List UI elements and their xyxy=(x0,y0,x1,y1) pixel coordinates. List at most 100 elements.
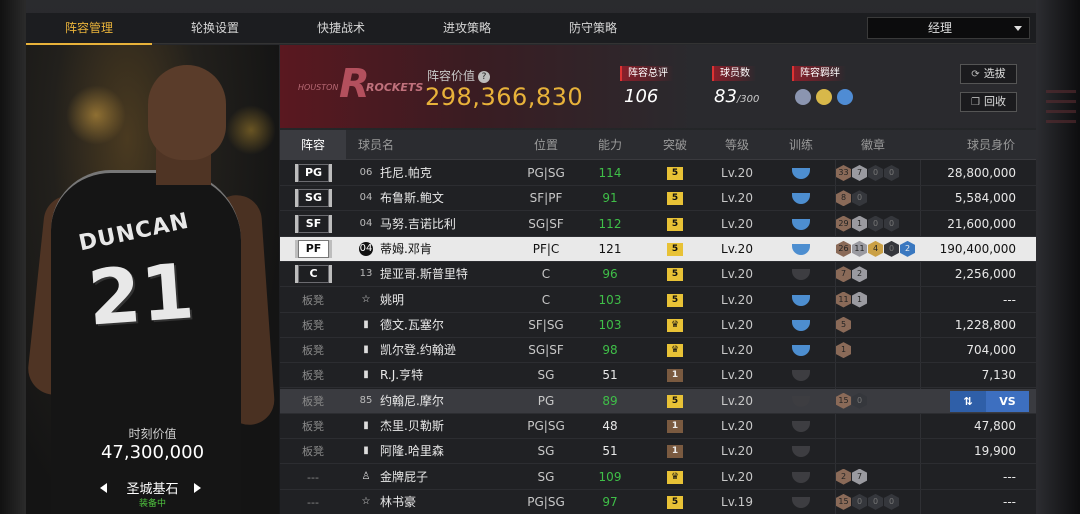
table-row[interactable]: 板凳 ▮ 德文.瓦塞尔 SF|SG 103 ♛ Lv.20 5 1,228,800 xyxy=(280,313,1036,338)
player-position: C xyxy=(541,292,551,307)
tab-offense-strategy[interactable]: 进攻策略 xyxy=(404,13,530,44)
training-icon[interactable] xyxy=(792,218,810,230)
training-icon[interactable] xyxy=(792,496,810,508)
col-header-lineup[interactable]: 阵容 xyxy=(280,130,346,160)
col-header-training[interactable]: 训练 xyxy=(771,130,831,160)
training-icon[interactable] xyxy=(792,421,810,432)
training-icon[interactable] xyxy=(792,345,810,357)
badge-group[interactable]: 27 xyxy=(836,468,867,486)
col-header-name[interactable]: 球员名 xyxy=(346,130,406,160)
table-row[interactable]: PG 06 托尼.帕克 PG|SG 114 5 Lv.20 33 7 0 0 28,800,000 xyxy=(280,161,1036,186)
training-icon[interactable] xyxy=(792,168,810,179)
swap-button[interactable]: ⇅ xyxy=(950,390,986,412)
recycle-button[interactable]: ❐ 回收 xyxy=(960,92,1017,112)
player-name[interactable]: 蒂姆.邓肯 xyxy=(380,237,432,262)
badge-group[interactable]: 29 1 0 0 xyxy=(836,215,899,233)
bench-slot[interactable]: 板凳 xyxy=(280,389,346,414)
player-name[interactable]: 布鲁斯.鲍文 xyxy=(380,186,444,211)
table-row[interactable]: 板凳 85 约翰尼.摩尔 PG 89 5 Lv.20 15 0 ⇅ VS xyxy=(280,388,1036,414)
jersey-number-tag: 06 xyxy=(359,167,373,178)
badge-group[interactable]: 26 11 4 0 2 xyxy=(836,240,915,258)
player-ability: 103 xyxy=(598,292,622,307)
compare-vs-button[interactable]: VS xyxy=(986,390,1029,412)
tab-defense-strategy[interactable]: 防守策略 xyxy=(530,13,656,44)
player-name[interactable]: 托尼.帕克 xyxy=(380,161,432,186)
badge-group[interactable]: 11 1 xyxy=(836,291,867,309)
player-name[interactable]: 阿隆.哈里森 xyxy=(380,439,444,464)
position-slot[interactable]: SG xyxy=(295,189,332,208)
table-row[interactable]: --- ☆ 林书豪 PG|SG 97 5 Lv.19 15 0 0 0 --- xyxy=(280,490,1036,514)
bench-slot[interactable]: 板凳 xyxy=(280,414,346,439)
position-slot[interactable]: SF xyxy=(295,214,332,233)
training-icon[interactable] xyxy=(792,319,810,331)
badge-group[interactable]: 15 0 0 0 xyxy=(836,493,899,511)
player-ability: 98 xyxy=(602,343,618,358)
training-icon[interactable] xyxy=(792,269,810,281)
badge-icon: 0 xyxy=(884,493,899,510)
training-icon[interactable] xyxy=(792,395,810,407)
position-slot[interactable]: PF xyxy=(295,239,332,258)
player-name[interactable]: 姚明 xyxy=(380,288,404,313)
badge-group[interactable]: 80 xyxy=(836,190,867,207)
position-slot[interactable]: PG xyxy=(295,164,332,182)
badge-group[interactable]: 33 7 0 0 xyxy=(836,165,899,182)
table-row[interactable]: PF 04 蒂姆.邓肯 PF|C 121 5 Lv.20 26 11 4 0 2 190,400,000 xyxy=(280,236,1036,262)
breakthrough-badge: 5 xyxy=(667,217,683,231)
bench-slot[interactable]: 板凳 xyxy=(280,313,346,338)
col-header-badges[interactable]: 徽章 xyxy=(843,130,903,160)
tab-rotation-settings[interactable]: 轮换设置 xyxy=(152,13,278,44)
table-row[interactable]: SG 04 布鲁斯.鲍文 SF|PF 91 5 Lv.20 8 0 5,584,000 xyxy=(280,186,1036,212)
col-header-position[interactable]: 位置 xyxy=(516,130,576,160)
table-row[interactable]: 板凳 ▮ R.J.亨特 SG 51 1 Lv.20 7,130 xyxy=(280,363,1036,389)
col-header-ability[interactable]: 能力 xyxy=(580,130,640,160)
badge-group[interactable]: 72 xyxy=(836,266,867,283)
player-name[interactable]: 金牌屁子 xyxy=(380,465,428,490)
training-icon[interactable] xyxy=(792,193,810,205)
badge-group[interactable]: 15 0 xyxy=(836,392,867,410)
bond-icon[interactable] xyxy=(795,89,811,105)
table-row[interactable]: --- ♙ 金牌屁子 SG 109 ♛ Lv.20 2 7 --- xyxy=(280,465,1036,490)
player-name[interactable]: 德文.瓦塞尔 xyxy=(380,313,444,338)
col-header-breakthrough[interactable]: 突破 xyxy=(645,130,705,160)
tab-quick-tactics[interactable]: 快捷战术 xyxy=(278,13,404,44)
player-name[interactable]: 约翰尼.摩尔 xyxy=(380,389,444,414)
training-icon[interactable] xyxy=(792,294,810,306)
badge-icon: 0 xyxy=(884,215,899,232)
player-name[interactable]: 凯尔登.约翰逊 xyxy=(380,338,456,363)
player-ability: 89 xyxy=(602,393,618,408)
player-name[interactable]: 提亚哥.斯普里特 xyxy=(380,262,468,287)
bench-slot[interactable]: --- xyxy=(280,465,346,490)
select-button[interactable]: ⟳ 选拔 xyxy=(960,64,1017,84)
bench-slot[interactable]: 板凳 xyxy=(280,363,346,388)
bench-slot[interactable]: 板凳 xyxy=(280,288,346,313)
table-row[interactable]: 板凳 ☆ 姚明 C 103 5 Lv.20 11 1 --- xyxy=(280,288,1036,313)
bond-icon[interactable] xyxy=(837,89,853,105)
bench-slot[interactable]: --- xyxy=(280,490,346,514)
manager-dropdown[interactable]: 经理 xyxy=(867,17,1030,39)
col-header-level[interactable]: 等级 xyxy=(707,130,767,160)
player-name[interactable]: R.J.亨特 xyxy=(380,363,423,388)
table-row[interactable]: 板凳 ▮ 凯尔登.约翰逊 SG|SF 98 ♛ Lv.20 1 704,000 xyxy=(280,338,1036,364)
bond-icon[interactable] xyxy=(816,89,832,105)
player-name[interactable]: 林书豪 xyxy=(380,490,416,514)
table-row[interactable]: C 13 提亚哥.斯普里特 C 96 5 Lv.20 7 2 2,256,000 xyxy=(280,262,1036,288)
tab-lineup-management[interactable]: 阵容管理 xyxy=(26,13,152,45)
badge-group[interactable]: 5 xyxy=(836,316,851,334)
table-row[interactable]: SF 04 马努.吉诺比利 SG|SF 112 5 Lv.20 29 1 0 0 21,600,000 xyxy=(280,212,1036,237)
col-header-salary[interactable]: 球员身价 xyxy=(956,130,1026,160)
training-icon[interactable] xyxy=(792,446,810,458)
player-name[interactable]: 杰里.贝勒斯 xyxy=(380,414,444,439)
next-skin-arrow-icon[interactable] xyxy=(194,483,201,493)
training-icon[interactable] xyxy=(792,370,810,382)
help-icon[interactable]: ? xyxy=(478,71,491,83)
training-icon[interactable] xyxy=(792,243,810,255)
training-icon[interactable] xyxy=(792,471,810,483)
bench-slot[interactable]: 板凳 xyxy=(280,338,346,363)
player-name[interactable]: 马努.吉诺比利 xyxy=(380,212,456,237)
position-slot[interactable]: C xyxy=(295,265,332,284)
table-row[interactable]: 板凳 ▮ 杰里.贝勒斯 PG|SG 48 1 Lv.20 47,800 xyxy=(280,414,1036,439)
badge-group[interactable]: 1 xyxy=(836,342,851,359)
bench-slot[interactable]: 板凳 xyxy=(280,439,346,464)
table-row[interactable]: 板凳 ▮ 阿隆.哈里森 SG 51 1 Lv.20 19,900 xyxy=(280,439,1036,465)
lineup-value: 298,366,830 xyxy=(425,83,584,111)
